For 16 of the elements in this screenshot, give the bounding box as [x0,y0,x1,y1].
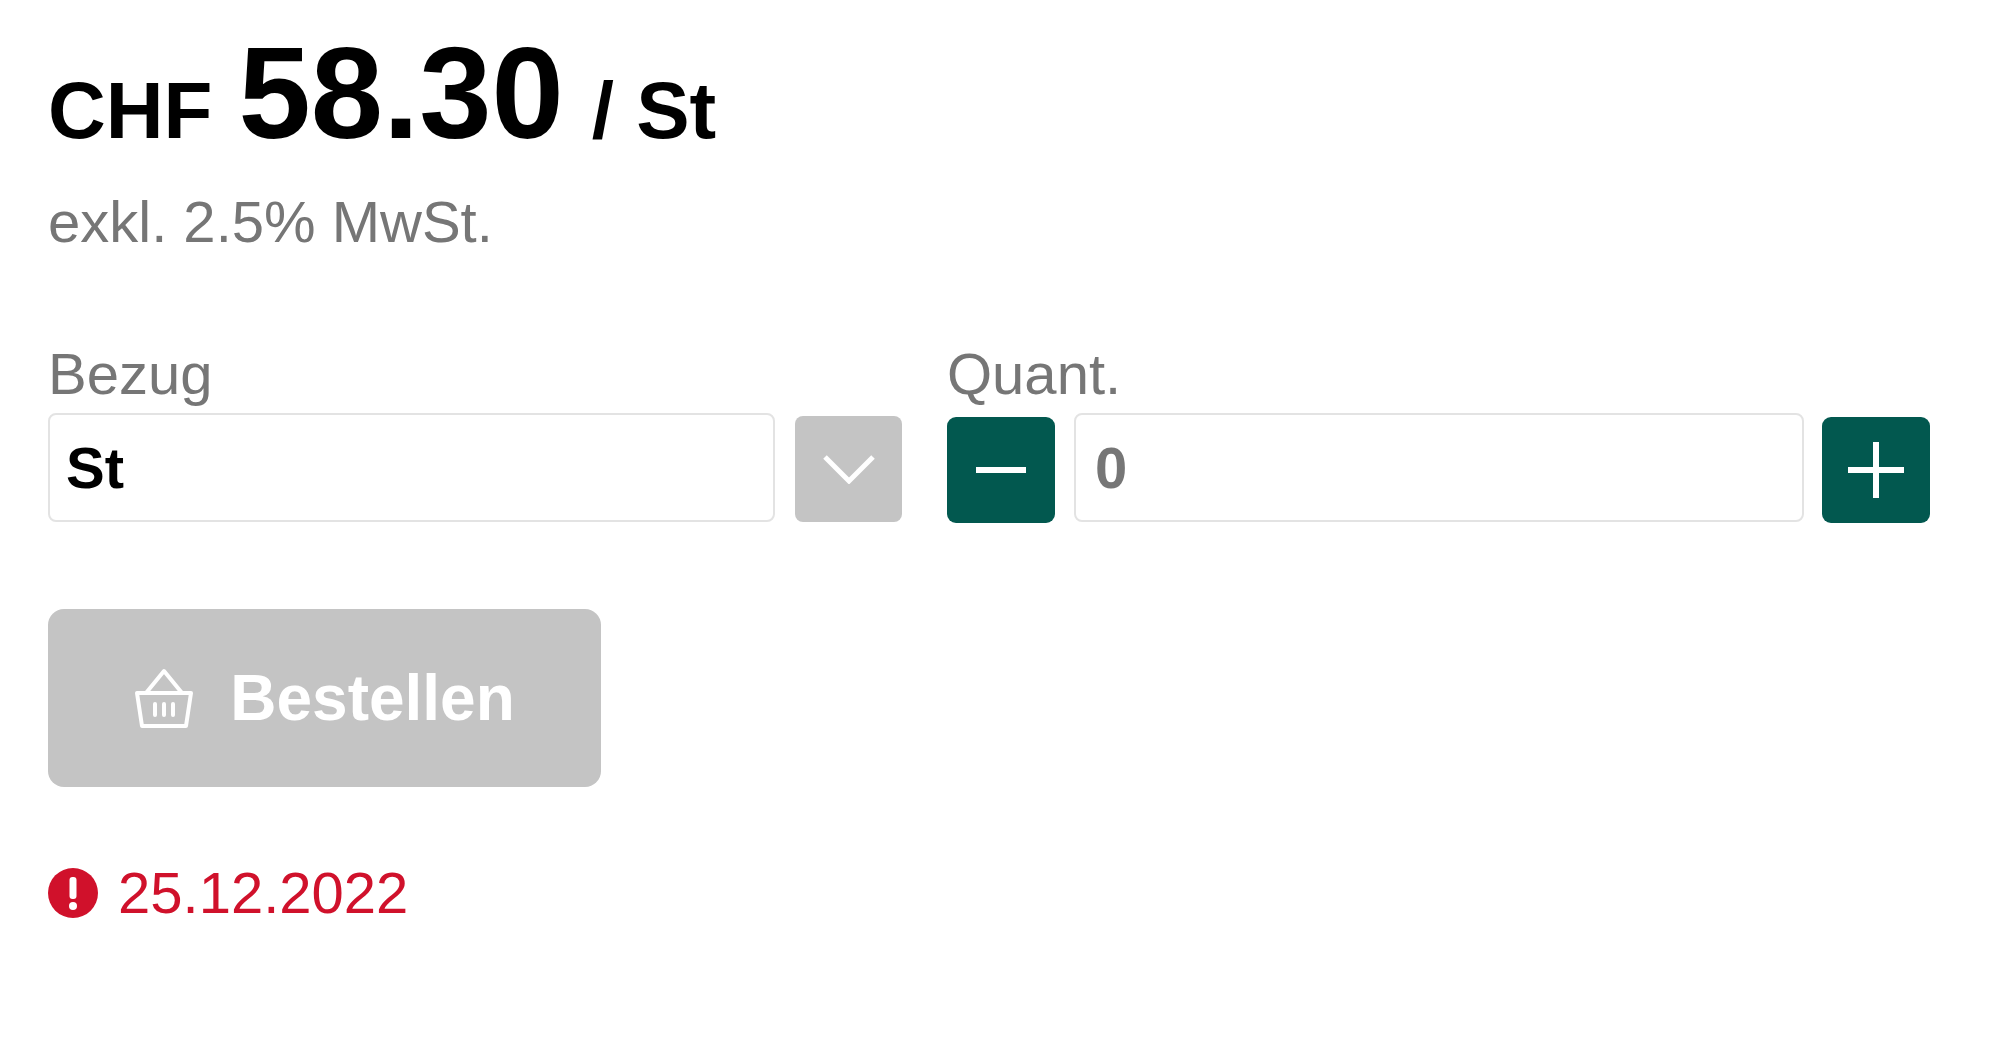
plus-icon [1848,442,1904,499]
delivery-date: 25.12.2022 [118,859,409,928]
increase-button[interactable] [1822,417,1930,524]
unit-select[interactable]: St [48,413,775,523]
field-label: Quant. [947,339,1123,408]
chevron-down-icon [821,454,876,485]
minus-icon [976,467,1026,474]
currency-label: CHF [48,66,213,155]
exclamation-circle-icon [48,868,98,918]
tax-note: exkl. 2.5% MwSt. [48,188,494,256]
basket-icon [134,666,195,730]
price-unit: / St [591,66,717,155]
decrease-button[interactable] [947,417,1055,524]
price-amount: 58.30 [238,20,564,166]
quantity-input[interactable]: 0 [1074,413,1804,523]
field-label: Bezug [48,339,214,408]
